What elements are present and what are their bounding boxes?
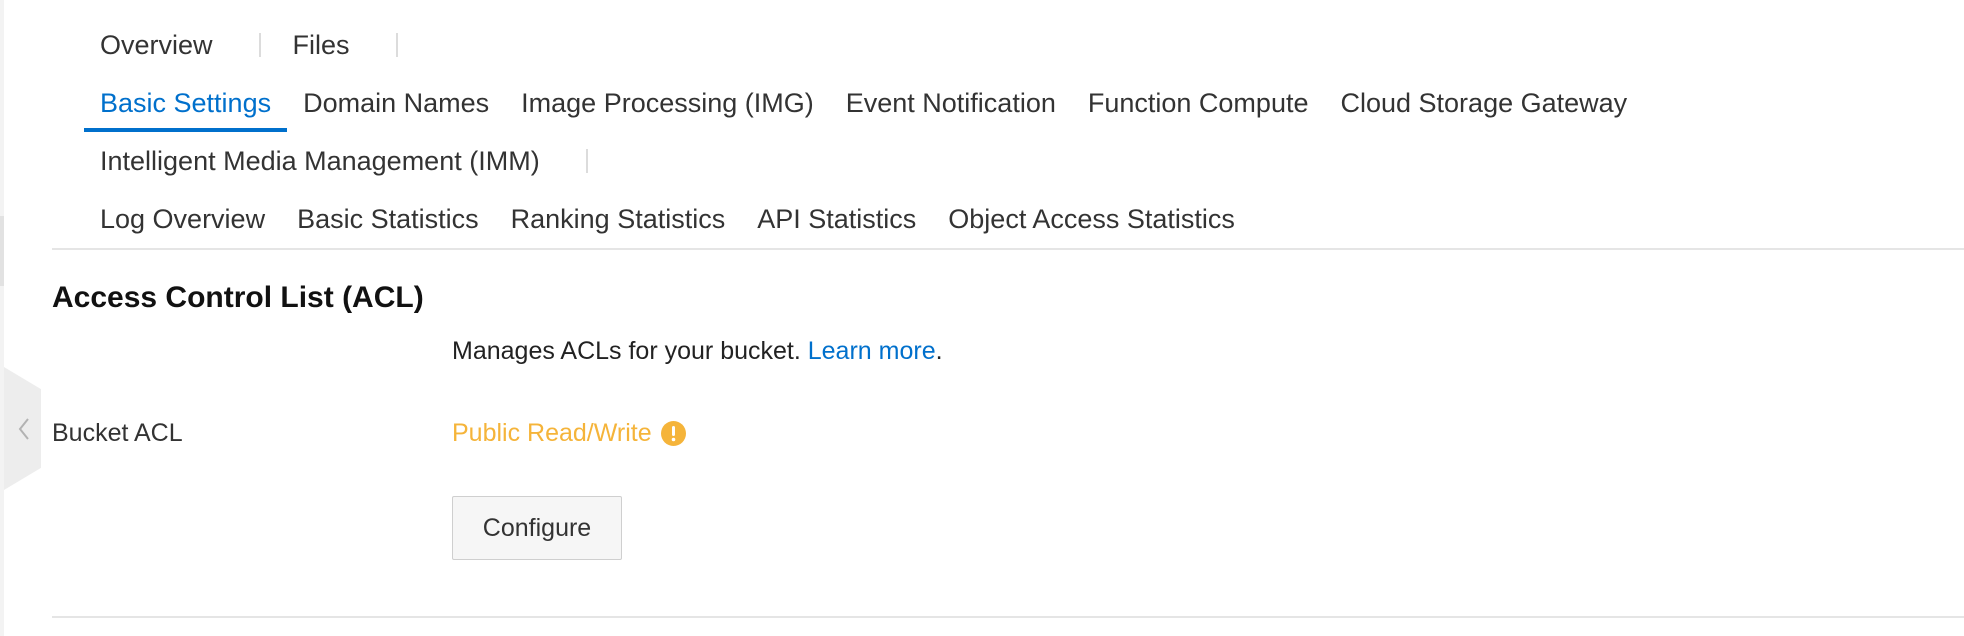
learn-more-link[interactable]: Learn more	[808, 337, 936, 365]
tab-domain-names[interactable]: Domain Names	[287, 74, 505, 132]
tab-cloud-storage-gateway[interactable]: Cloud Storage Gateway	[1324, 74, 1643, 132]
section-title: Access Control List (ACL)	[52, 281, 424, 314]
statistics-tabs: Log Overview Basic Statistics Ranking St…	[84, 190, 1251, 248]
description-text: Manages ACLs for your bucket.	[452, 337, 801, 365]
tab-separator	[585, 149, 588, 173]
left-sidebar-edge-marker	[0, 216, 4, 286]
description-period: .	[935, 337, 943, 365]
imm-tabs: Intelligent Media Management (IMM)	[84, 132, 604, 190]
exclamation-circle-icon	[660, 420, 686, 446]
settings-tabs: Basic Settings Domain Names Image Proces…	[84, 74, 1643, 132]
tab-basic-statistics[interactable]: Basic Statistics	[281, 190, 495, 248]
tab-separator	[258, 33, 261, 57]
tab-ranking-statistics[interactable]: Ranking Statistics	[495, 190, 742, 248]
tab-function-compute[interactable]: Function Compute	[1072, 74, 1325, 132]
tab-object-access-statistics[interactable]: Object Access Statistics	[932, 190, 1251, 248]
tab-overview[interactable]: Overview	[84, 16, 229, 74]
section-bottom-divider	[52, 616, 1964, 618]
tab-files[interactable]: Files	[277, 16, 366, 74]
tab-event-notification[interactable]: Event Notification	[830, 74, 1072, 132]
tab-intelligent-media-management[interactable]: Intelligent Media Management (IMM)	[84, 132, 556, 190]
sidebar-collapse-handle[interactable]	[4, 367, 41, 490]
tab-api-statistics[interactable]: API Statistics	[741, 190, 932, 248]
bucket-acl-status: Public Read/Write	[452, 419, 652, 447]
tabs-divider	[52, 248, 1964, 250]
bucket-acl-label: Bucket ACL	[52, 419, 183, 447]
chevron-left-icon	[18, 417, 29, 440]
tab-log-overview[interactable]: Log Overview	[84, 190, 281, 248]
tab-basic-settings[interactable]: Basic Settings	[84, 74, 288, 132]
section-description: Manages ACLs for your bucket. Learn more…	[452, 333, 943, 369]
tab-image-processing[interactable]: Image Processing (IMG)	[505, 74, 830, 132]
left-sidebar-edge	[0, 0, 4, 636]
primary-tabs: Overview Files	[84, 16, 414, 74]
tab-separator	[395, 33, 398, 57]
configure-button[interactable]: Configure	[452, 496, 622, 560]
bucket-acl-value: Public Read/Write	[452, 415, 686, 451]
